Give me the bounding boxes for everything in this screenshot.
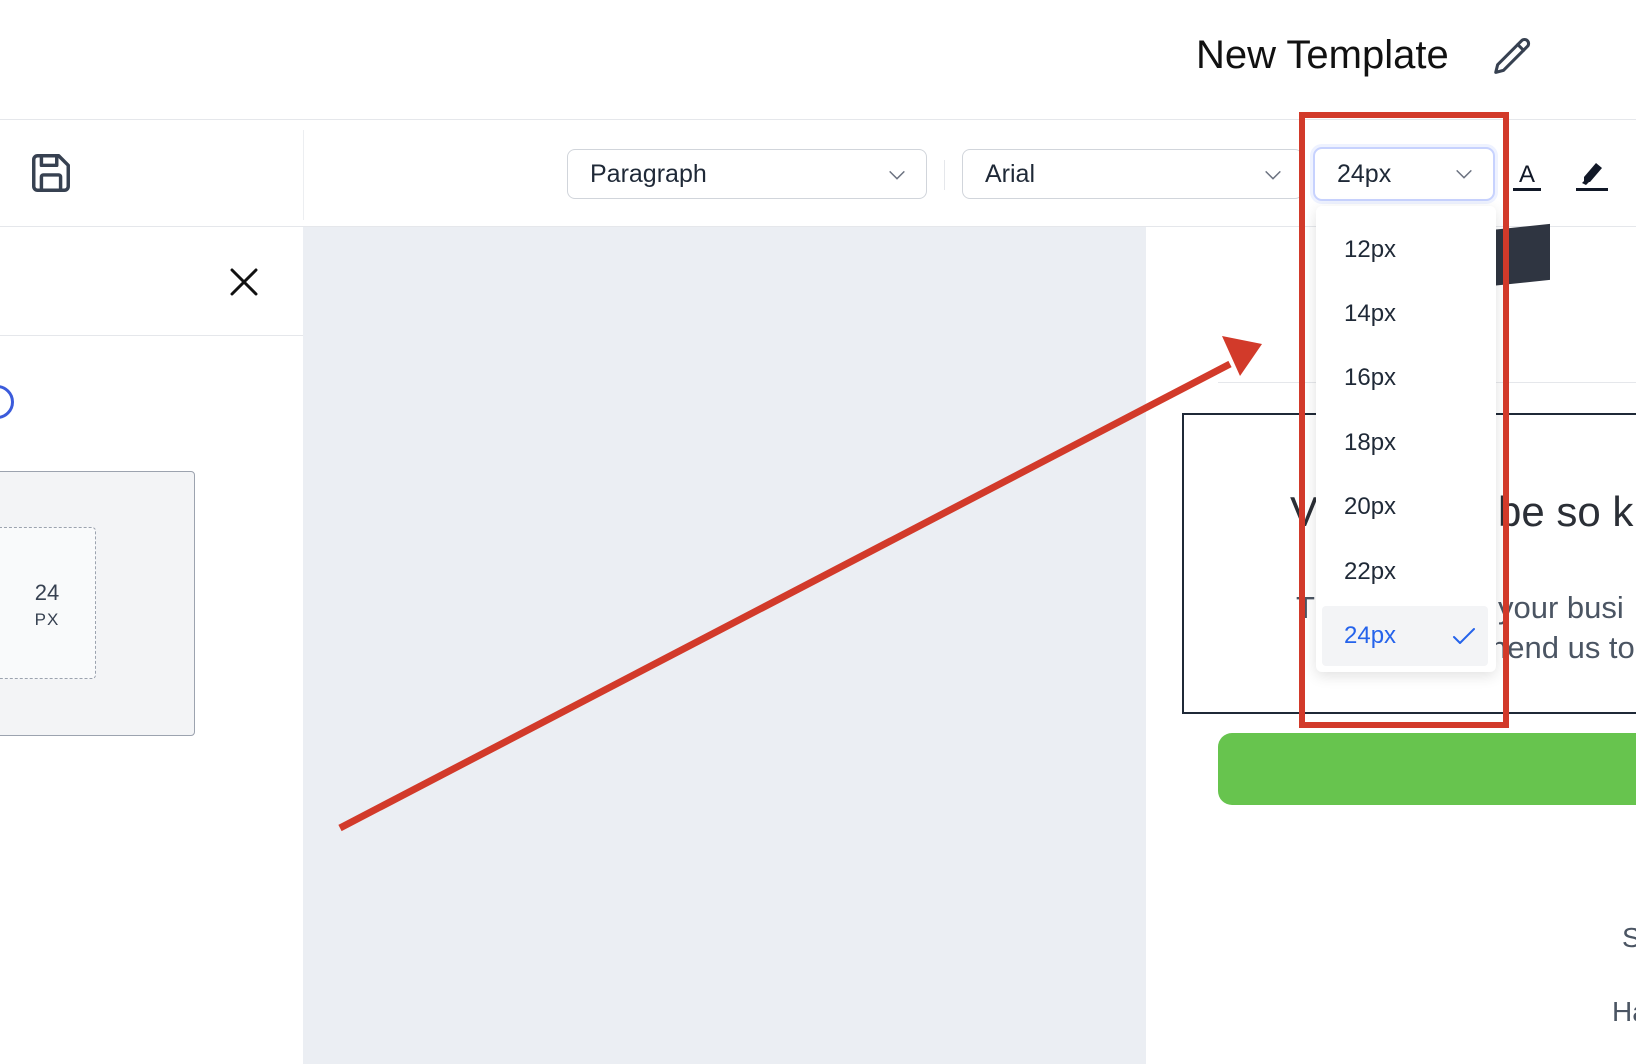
chevron-down-icon bbox=[889, 170, 905, 180]
padding-value[interactable]: 24 bbox=[20, 580, 74, 606]
email-heading: be so k bbox=[1498, 488, 1634, 535]
save-icon[interactable] bbox=[28, 150, 74, 196]
email-cta-button[interactable] bbox=[1218, 733, 1636, 805]
block-type-value: Paragraph bbox=[590, 159, 707, 188]
chevron-down-icon bbox=[1265, 170, 1281, 180]
email-text-line-1: your busi bbox=[1498, 590, 1624, 625]
panel-divider bbox=[0, 335, 303, 336]
email-text-line-2: nend us to bbox=[1490, 630, 1635, 665]
block-type-select[interactable]: Paragraph bbox=[567, 149, 927, 199]
template-title: New Template bbox=[1196, 33, 1449, 77]
toolbar-divider bbox=[303, 130, 304, 220]
email-footer-text-2: Ha bbox=[1612, 996, 1636, 1027]
highlight-icon[interactable] bbox=[1574, 155, 1610, 195]
font-family-value: Arial bbox=[985, 159, 1036, 188]
pencil-icon[interactable] bbox=[1490, 34, 1536, 80]
padding-unit: PX bbox=[34, 610, 60, 629]
font-color-letter: A bbox=[1519, 161, 1535, 188]
editor-canvas bbox=[303, 227, 1146, 1064]
email-footer-text-1: S bbox=[1622, 922, 1636, 953]
font-color-icon[interactable]: A bbox=[1510, 155, 1544, 195]
close-icon[interactable] bbox=[226, 264, 262, 300]
annotation-highlight-box bbox=[1299, 112, 1509, 728]
font-family-select[interactable]: Arial bbox=[962, 149, 1303, 199]
toolbar-separator bbox=[944, 160, 945, 190]
